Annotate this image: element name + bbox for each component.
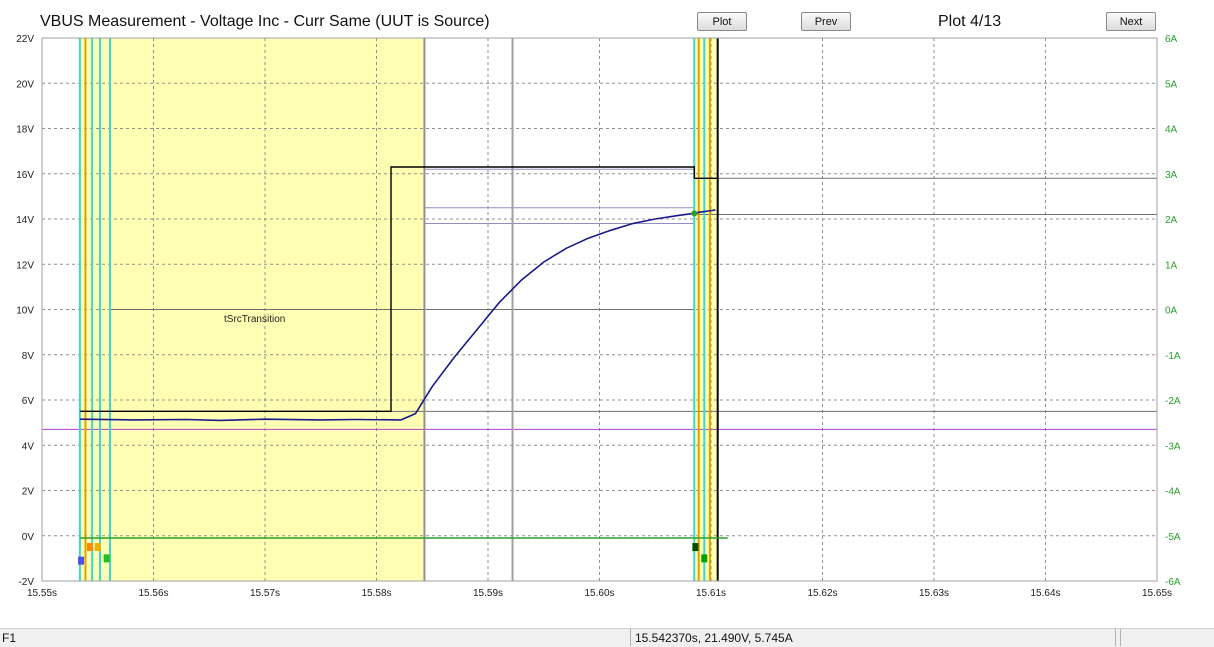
y-left-tick-label-2: 18V — [16, 125, 34, 136]
y-left-tick-label-1: 20V — [16, 79, 34, 90]
y-right-tick-label-5: 1A — [1165, 260, 1178, 271]
x-tick-label-5: 15.60s — [584, 588, 614, 599]
y-right-tick-label-4: 2A — [1165, 215, 1178, 226]
y-right-tick-label-7: -1A — [1165, 351, 1181, 362]
y-left-tick-label-12: -2V — [18, 577, 34, 588]
y-right-tick-label-3: 3A — [1165, 170, 1178, 181]
y-right-tick-label-11: -5A — [1165, 532, 1181, 543]
event-marker-0 — [78, 556, 85, 565]
event-marker-3 — [103, 554, 110, 563]
y-left-tick-label-7: 8V — [22, 351, 35, 362]
y-right-tick-label-9: -3A — [1165, 441, 1181, 452]
x-tick-label-7: 15.62s — [807, 588, 837, 599]
status-panel-empty — [1120, 629, 1214, 646]
event-marker-2 — [94, 543, 101, 552]
x-tick-label-8: 15.63s — [919, 588, 949, 599]
status-bar: F1 15.542370s, 21.490V, 5.745A — [0, 628, 1214, 647]
y-left-tick-label-10: 2V — [22, 487, 35, 498]
y-left-tick-label-3: 16V — [16, 170, 34, 181]
event-marker-4 — [692, 543, 699, 552]
y-left-tick-label-9: 4V — [22, 441, 35, 452]
x-tick-label-6: 15.61s — [696, 588, 726, 599]
y-left-tick-label-5: 12V — [16, 260, 34, 271]
cursor-readout: 15.542370s, 21.490V, 5.745A — [630, 629, 1116, 646]
x-tick-label-1: 15.56s — [138, 588, 168, 599]
x-tick-label-0: 15.55s — [27, 588, 57, 599]
annotation-label: tSrcTransition — [224, 314, 285, 325]
y-right-tick-label-1: 5A — [1165, 79, 1178, 90]
x-tick-label-3: 15.58s — [361, 588, 391, 599]
y-right-tick-label-12: -6A — [1165, 577, 1181, 588]
y-right-tick-label-8: -2A — [1165, 396, 1181, 407]
x-tick-label-2: 15.57s — [250, 588, 280, 599]
status-function-key: F1 — [2, 631, 17, 645]
voltage-crossing-point — [691, 210, 698, 217]
event-marker-1 — [86, 543, 93, 552]
y-left-tick-label-8: 6V — [22, 396, 35, 407]
y-right-tick-label-6: 0A — [1165, 306, 1178, 317]
x-tick-label-10: 15.65s — [1142, 588, 1172, 599]
y-left-tick-label-11: 0V — [22, 532, 35, 543]
y-left-tick-label-0: 22V — [16, 34, 34, 45]
x-tick-label-9: 15.64s — [1030, 588, 1060, 599]
x-tick-label-4: 15.59s — [473, 588, 503, 599]
y-right-tick-label-10: -4A — [1165, 487, 1181, 498]
vbus-chart: 15.55s 15.56s 15.57s 15.58s 15.59s 15.60s 15.6… — [16, 34, 1181, 599]
y-right-tick-label-0: 6A — [1165, 34, 1178, 45]
y-right-tick-label-2: 4A — [1165, 125, 1178, 136]
event-marker-5 — [701, 554, 708, 563]
y-left-tick-label-4: 14V — [16, 215, 34, 226]
y-left-tick-label-6: 10V — [16, 306, 34, 317]
